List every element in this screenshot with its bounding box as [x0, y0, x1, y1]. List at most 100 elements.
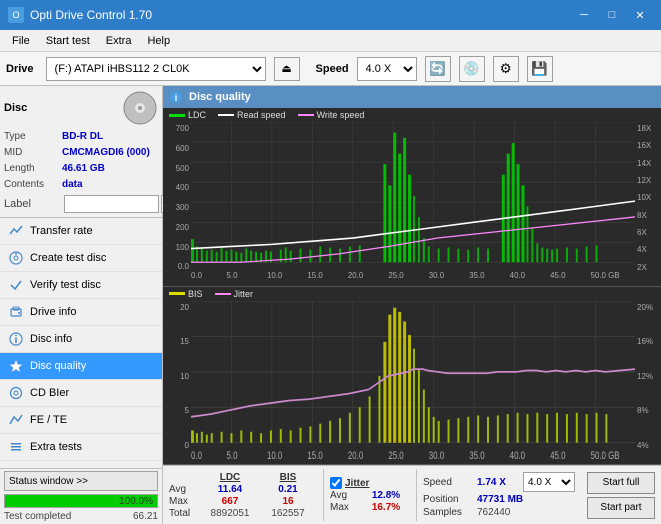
- menu-file[interactable]: File: [4, 33, 38, 49]
- label-input[interactable]: [64, 195, 159, 213]
- save-button[interactable]: 💾: [527, 56, 553, 82]
- start-part-button[interactable]: Start part: [587, 497, 655, 519]
- total-label: Total: [169, 508, 201, 519]
- start-full-button[interactable]: Start full: [587, 472, 655, 494]
- status-text: Test completed: [4, 511, 71, 522]
- speed-row: Speed 1.74 X 4.0 X: [423, 472, 575, 492]
- svg-text:10.0: 10.0: [267, 271, 283, 280]
- svg-text:40.0: 40.0: [510, 271, 526, 280]
- svg-text:i: i: [175, 93, 178, 103]
- nav-extra-tests-label: Extra tests: [30, 441, 82, 453]
- svg-text:45.0: 45.0: [550, 449, 565, 462]
- jitter-checkbox[interactable]: [330, 477, 342, 489]
- svg-text:5.0: 5.0: [227, 449, 238, 462]
- svg-text:15.0: 15.0: [307, 449, 322, 462]
- legend-jitter: Jitter: [215, 289, 254, 299]
- jitter-max: 16.7%: [362, 502, 410, 513]
- app-title: Opti Drive Control 1.70: [30, 8, 152, 22]
- right-content: i Disc quality LDC Read speed Write spee…: [163, 86, 661, 524]
- svg-text:5.0: 5.0: [227, 271, 238, 280]
- contents-value: data: [62, 177, 83, 193]
- nav-verify-test-disc[interactable]: Verify test disc: [0, 272, 162, 299]
- avg-ldc: 11.64: [201, 484, 259, 495]
- menu-extra[interactable]: Extra: [98, 33, 140, 49]
- nav-extra-tests[interactable]: Extra tests: [0, 434, 162, 461]
- read-speed-color: [218, 114, 234, 116]
- jitter-max-row: Max 16.7%: [330, 502, 410, 513]
- eject-button[interactable]: ⏏: [274, 57, 300, 81]
- legend-ldc-label: LDC: [188, 110, 206, 120]
- svg-text:50.0 GB: 50.0 GB: [591, 271, 620, 280]
- svg-text:25.0: 25.0: [388, 271, 404, 280]
- nav-cd-bier[interactable]: CD BIer: [0, 380, 162, 407]
- type-value: BD-R DL: [62, 129, 103, 145]
- nav-disc-quality-label: Disc quality: [30, 360, 86, 372]
- progress-bar: 100.0%: [4, 494, 158, 508]
- nav-disc-quality[interactable]: Disc quality: [0, 353, 162, 380]
- legend-write-speed: Write speed: [298, 110, 365, 120]
- chart-header: i Disc quality: [163, 86, 661, 108]
- bottom-chart-area: 20 15 10 5 0: [163, 301, 661, 465]
- settings-button[interactable]: ⚙: [493, 56, 519, 82]
- samples-row: Samples 762440: [423, 507, 575, 518]
- svg-text:30.0: 30.0: [429, 449, 444, 462]
- total-bis: 162557: [259, 508, 317, 519]
- max-label: Max: [169, 496, 201, 507]
- speed-stat-label: Speed: [423, 477, 473, 488]
- nav-fe-te-label: FE / TE: [30, 414, 67, 426]
- nav-create-test-disc[interactable]: Create test disc: [0, 245, 162, 272]
- cd-bier-icon: [8, 385, 24, 401]
- maximize-button[interactable]: □: [599, 5, 625, 25]
- nav-fe-te[interactable]: FE / TE: [0, 407, 162, 434]
- nav-transfer-rate-label: Transfer rate: [30, 225, 93, 237]
- menu-start-test[interactable]: Start test: [38, 33, 98, 49]
- minimize-button[interactable]: ─: [571, 5, 597, 25]
- status-window-button[interactable]: Status window >>: [4, 471, 158, 491]
- speed-label: Speed: [316, 63, 349, 75]
- start-buttons: Start full Start part: [587, 472, 655, 519]
- menu-help[interactable]: Help: [139, 33, 178, 49]
- bis-header: BIS: [259, 472, 317, 483]
- position-label: Position: [423, 494, 473, 505]
- speed-position-stats: Speed 1.74 X 4.0 X Position 47731 MB Sam…: [423, 472, 575, 518]
- speed-select[interactable]: 4.0 X: [357, 57, 417, 81]
- max-row: Max 667 16: [169, 496, 317, 507]
- refresh-button[interactable]: 🔄: [425, 56, 451, 82]
- close-button[interactable]: ✕: [627, 5, 653, 25]
- drive-select[interactable]: (F:) ATAPI iHBS112 2 CL0K: [46, 57, 266, 81]
- contents-label: Contents: [4, 177, 62, 193]
- nav-transfer-rate[interactable]: Transfer rate: [0, 218, 162, 245]
- jitter-header-row: Jitter: [330, 477, 410, 489]
- position-value: 47731 MB: [477, 494, 537, 505]
- legend-jitter-label: Jitter: [234, 289, 254, 299]
- nav-drive-info[interactable]: Drive info: [0, 299, 162, 326]
- legend-bis: BIS: [169, 289, 203, 299]
- svg-text:35.0: 35.0: [469, 271, 485, 280]
- disc-section: Disc Type BD-R DL MID CMCMAGDI6 (000) Le…: [0, 86, 162, 218]
- bottom-y-axis-left: 20 15 10 5 0: [163, 301, 191, 465]
- legend-read-speed-label: Read speed: [237, 110, 286, 120]
- svg-text:45.0: 45.0: [550, 271, 566, 280]
- label-label: Label: [4, 198, 62, 210]
- nav-disc-info[interactable]: Disc info: [0, 326, 162, 353]
- bottom-chart-svg: 0.0 5.0 10.0 15.0 20.0 25.0 30.0 35.0 40…: [191, 301, 635, 465]
- nav-verify-label: Verify test disc: [30, 279, 101, 291]
- length-label: Length: [4, 161, 62, 177]
- ldc-bis-stats: LDC BIS Avg 11.64 0.21 Max 667 16 Total …: [169, 472, 317, 519]
- jitter-color: [215, 293, 231, 295]
- progress-percent: 100.0%: [119, 495, 153, 509]
- max-bis: 16: [259, 496, 317, 507]
- avg-bis: 0.21: [259, 484, 317, 495]
- svg-text:30.0: 30.0: [429, 271, 445, 280]
- divider1: [323, 469, 324, 521]
- bottom-chart-svg-area: 0.0 5.0 10.0 15.0 20.0 25.0 30.0 35.0 40…: [191, 301, 635, 465]
- avg-row: Avg 11.64 0.21: [169, 484, 317, 495]
- svg-text:35.0: 35.0: [469, 449, 484, 462]
- disc-button[interactable]: 💿: [459, 56, 485, 82]
- nav-cd-bier-label: CD BIer: [30, 387, 69, 399]
- chart-header-title: Disc quality: [189, 91, 251, 103]
- write-speed-color: [298, 114, 314, 116]
- speed-dropdown[interactable]: 4.0 X: [523, 472, 575, 492]
- svg-text:40.0: 40.0: [510, 449, 525, 462]
- total-ldc: 8892051: [201, 508, 259, 519]
